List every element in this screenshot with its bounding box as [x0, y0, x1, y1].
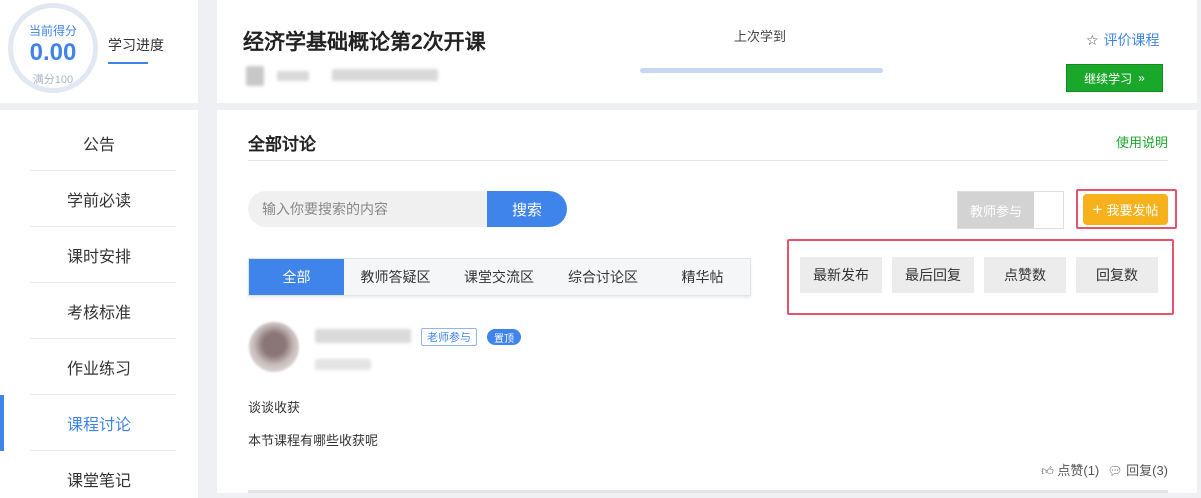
tab-all[interactable]: 全部 — [249, 259, 344, 295]
toggle-knob — [1034, 192, 1063, 228]
sort-last-reply-button[interactable]: 最后回复 — [892, 257, 974, 293]
sidebar-item-assessment[interactable]: 考核标准 — [0, 283, 198, 339]
teacher-participation-toggle[interactable]: 教师参与 — [957, 191, 1064, 229]
page-title: 全部讨论 — [248, 135, 316, 154]
comment-icon: 💬︎ — [1107, 464, 1123, 478]
help-link[interactable]: 使用说明 — [1116, 132, 1168, 151]
continue-learning-label: 继续学习 — [1084, 71, 1133, 86]
sidebar-item-label: 课时安排 — [66, 249, 131, 266]
blurred-post-date — [315, 359, 371, 370]
tab-general-discussion[interactable]: 综合讨论区 — [551, 259, 655, 295]
learning-progress-tab[interactable]: 学习进度 — [108, 35, 164, 55]
blurred-school-logo — [246, 66, 264, 86]
sidebar-item-pre-reading[interactable]: 学前必读 — [0, 171, 198, 227]
teacher-participated-badge: 老师参与 — [421, 328, 477, 346]
post-title[interactable]: 谈谈收获 — [248, 397, 300, 416]
sort-latest-button[interactable]: 最新发布 — [800, 257, 882, 293]
sidebar-item-label: 学前必读 — [66, 193, 131, 210]
rate-course-label: 评价课程 — [1103, 32, 1160, 48]
like-button[interactable]: 👍︎ 点赞(1) — [1041, 460, 1099, 479]
new-post-label: 我要发帖 — [1106, 203, 1159, 218]
discussion-tabs: 全部 教师答疑区 课堂交流区 综合讨论区 精华帖 — [248, 258, 751, 296]
tab-featured[interactable]: 精华帖 — [655, 259, 750, 295]
course-title: 经济学基础概论第2次开课 — [243, 31, 486, 54]
last-learned-progress-bar — [640, 68, 883, 73]
like-count: 点赞(1) — [1057, 463, 1100, 478]
blurred-teacher-name — [277, 71, 309, 81]
sidebar-item-label: 公告 — [82, 137, 115, 154]
score-card: 当前得分 0.00 满分100 学习进度 — [0, 0, 198, 103]
continue-learning-button[interactable]: 继续学习 » — [1066, 64, 1163, 92]
sort-likes-button[interactable]: 点赞数 — [984, 257, 1066, 293]
sidebar-item-label: 课堂笔记 — [66, 473, 131, 490]
sidebar-menu: 公告 学前必读 课时安排 考核标准 作业练习 课程讨论 课堂笔记 — [0, 110, 198, 498]
new-post-button[interactable]: + 我要发帖 — [1083, 194, 1168, 225]
reply-count: 回复(3) — [1126, 463, 1168, 478]
score-top-label: 当前得分 — [28, 24, 77, 38]
rate-course-link[interactable]: ☆ 评价课程 — [1086, 30, 1160, 50]
pinned-badge: 置顶 — [487, 329, 521, 345]
sidebar-item-notes[interactable]: 课堂笔记 — [0, 451, 198, 498]
tab-class-exchange[interactable]: 课堂交流区 — [447, 259, 551, 295]
avatar[interactable] — [249, 322, 299, 372]
double-chevron-right-icon: » — [1138, 71, 1145, 85]
score-value: 0.00 — [29, 39, 77, 66]
thumbs-up-icon: 👍︎ — [1041, 464, 1054, 478]
post-body: 本节课程有哪些收获呢 — [248, 433, 379, 448]
sidebar-item-homework[interactable]: 作业练习 — [0, 339, 198, 395]
title-divider — [248, 160, 1168, 161]
teacher-toggle-label: 教师参与 — [958, 192, 1034, 228]
progress-underline — [108, 62, 148, 64]
post-actions: 👍︎ 点赞(1) 💬︎ 回复(3) — [1041, 460, 1168, 479]
sidebar-item-label: 考核标准 — [66, 305, 131, 322]
sidebar-item-schedule[interactable]: 课时安排 — [0, 227, 198, 283]
star-outline-icon: ☆ — [1086, 31, 1099, 48]
sidebar-item-announcement[interactable]: 公告 — [0, 115, 198, 171]
plus-icon: + — [1092, 200, 1103, 219]
last-learned-label: 上次学到 — [734, 29, 787, 44]
search-button[interactable]: 搜索 — [487, 191, 567, 227]
sort-replies-button[interactable]: 回复数 — [1076, 257, 1158, 293]
blurred-school-name — [332, 69, 438, 81]
post-divider — [248, 490, 1168, 493]
sidebar-item-label: 作业练习 — [66, 361, 131, 378]
score-max-label: 满分100 — [32, 74, 74, 86]
discussion-panel: 全部讨论 使用说明 搜索 教师参与 + 我要发帖 全部 教师答疑区 课堂交流区 … — [217, 110, 1197, 493]
sidebar-item-discussion[interactable]: 课程讨论 — [0, 395, 198, 451]
course-header: 经济学基础概论第2次开课 上次学到 ☆ 评价课程 继续学习 » — [217, 0, 1197, 103]
search-input[interactable] — [248, 191, 488, 227]
reply-button[interactable]: 💬︎ 回复(3) — [1107, 460, 1168, 479]
tab-teacher-qa[interactable]: 教师答疑区 — [344, 259, 447, 295]
blurred-author-name — [315, 329, 411, 343]
sidebar-item-label: 课程讨论 — [66, 417, 131, 434]
